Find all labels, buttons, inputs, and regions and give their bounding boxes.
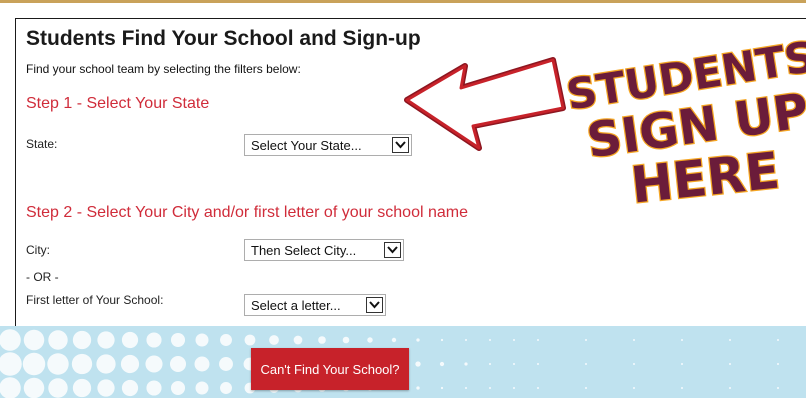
halftone-dot — [219, 357, 233, 371]
halftone-dot — [293, 335, 303, 345]
halftone-dot — [97, 379, 115, 397]
arrow-left-icon — [404, 57, 566, 151]
halftone-dot — [170, 380, 186, 396]
halftone-dot — [633, 387, 635, 389]
state-label: State: — [26, 137, 58, 151]
promo-lettering: STUDENTS SIGN UP HERE — [562, 31, 806, 216]
halftone-dot — [489, 387, 491, 389]
letter-select[interactable]: Select a letter... — [244, 294, 386, 316]
halftone-dot — [121, 379, 139, 397]
halftone-dot — [633, 339, 635, 341]
halftone-dot — [72, 330, 92, 350]
halftone-dot — [367, 337, 373, 343]
halftone-dot — [195, 381, 209, 395]
state-select[interactable]: Select Your State... — [244, 134, 412, 156]
or-label: - OR - — [26, 270, 59, 284]
halftone-dot — [681, 363, 683, 365]
halftone-dot — [488, 362, 492, 366]
halftone-dot — [777, 339, 779, 341]
halftone-dot — [169, 355, 187, 373]
city-label: City: — [26, 243, 50, 257]
halftone-dot — [0, 352, 22, 376]
halftone-dot — [391, 337, 397, 343]
halftone-dot — [0, 329, 21, 351]
halftone-dot — [465, 339, 467, 341]
halftone-dot — [729, 363, 731, 365]
halftone-dot — [48, 330, 68, 350]
halftone-dot — [416, 386, 420, 390]
halftone-dot — [440, 338, 444, 342]
halftone-dot — [220, 382, 232, 394]
halftone-dot — [71, 353, 93, 375]
halftone-dot — [23, 377, 45, 398]
halftone-dot — [23, 329, 45, 351]
halftone-dot — [513, 363, 515, 365]
halftone-dot — [244, 334, 256, 346]
cant-find-school-button[interactable]: Can't Find Your School? — [251, 348, 409, 390]
halftone-dot — [146, 380, 162, 396]
chevron-down-icon[interactable] — [366, 297, 383, 313]
halftone-dot — [120, 354, 140, 374]
halftone-dot — [729, 387, 731, 389]
halftone-dot — [170, 332, 186, 348]
halftone-dot — [318, 336, 326, 344]
halftone-dot — [48, 378, 68, 398]
halftone-dot — [777, 363, 779, 365]
halftone-dot — [513, 387, 515, 389]
halftone-dot — [681, 339, 683, 341]
page-subtitle: Find your school team by selecting the f… — [26, 62, 301, 76]
step1-heading: Step 1 - Select Your State — [26, 95, 210, 112]
halftone-dot — [47, 353, 69, 375]
halftone-dot — [537, 387, 539, 389]
halftone-dot — [729, 339, 731, 341]
top-rule — [0, 0, 806, 3]
halftone-dot — [416, 338, 420, 342]
students-sign-up-promo: STUDENTS SIGN UP HERE — [404, 31, 806, 216]
halftone-dot — [633, 363, 635, 365]
halftone-dot — [0, 377, 21, 398]
halftone-dot — [585, 339, 587, 341]
halftone-dot — [489, 339, 491, 341]
first-letter-label: First letter of Your School: — [26, 293, 164, 307]
halftone-dot — [72, 378, 92, 398]
state-select-value: Select Your State... — [251, 137, 362, 153]
halftone-dot — [513, 339, 515, 341]
halftone-dot — [96, 354, 116, 374]
halftone-dot — [537, 363, 539, 365]
halftone-dot — [681, 387, 683, 389]
halftone-dot — [465, 387, 467, 389]
city-select-value: Then Select City... — [251, 242, 357, 258]
halftone-dot — [464, 362, 468, 366]
halftone-dot — [269, 335, 279, 345]
halftone-dot — [145, 355, 163, 373]
halftone-dot — [220, 334, 232, 346]
halftone-dot — [777, 387, 779, 389]
halftone-dot — [121, 331, 139, 349]
page: Students Find Your School and Sign-up Fi… — [0, 0, 806, 398]
city-select[interactable]: Then Select City... — [244, 239, 404, 261]
halftone-dot — [22, 352, 46, 376]
chevron-down-icon[interactable] — [384, 242, 401, 258]
halftone-dot — [537, 339, 539, 341]
letter-select-value: Select a letter... — [251, 297, 341, 313]
halftone-dot — [97, 331, 115, 349]
halftone-dot — [415, 361, 421, 367]
page-title: Students Find Your School and Sign-up — [26, 27, 421, 50]
halftone-dot — [585, 387, 587, 389]
halftone-dot — [195, 333, 209, 347]
halftone-dot — [146, 332, 162, 348]
halftone-dot — [585, 363, 587, 365]
halftone-dot — [439, 361, 445, 367]
halftone-dot — [342, 336, 350, 344]
halftone-dot — [440, 386, 444, 390]
halftone-dot — [194, 356, 210, 372]
